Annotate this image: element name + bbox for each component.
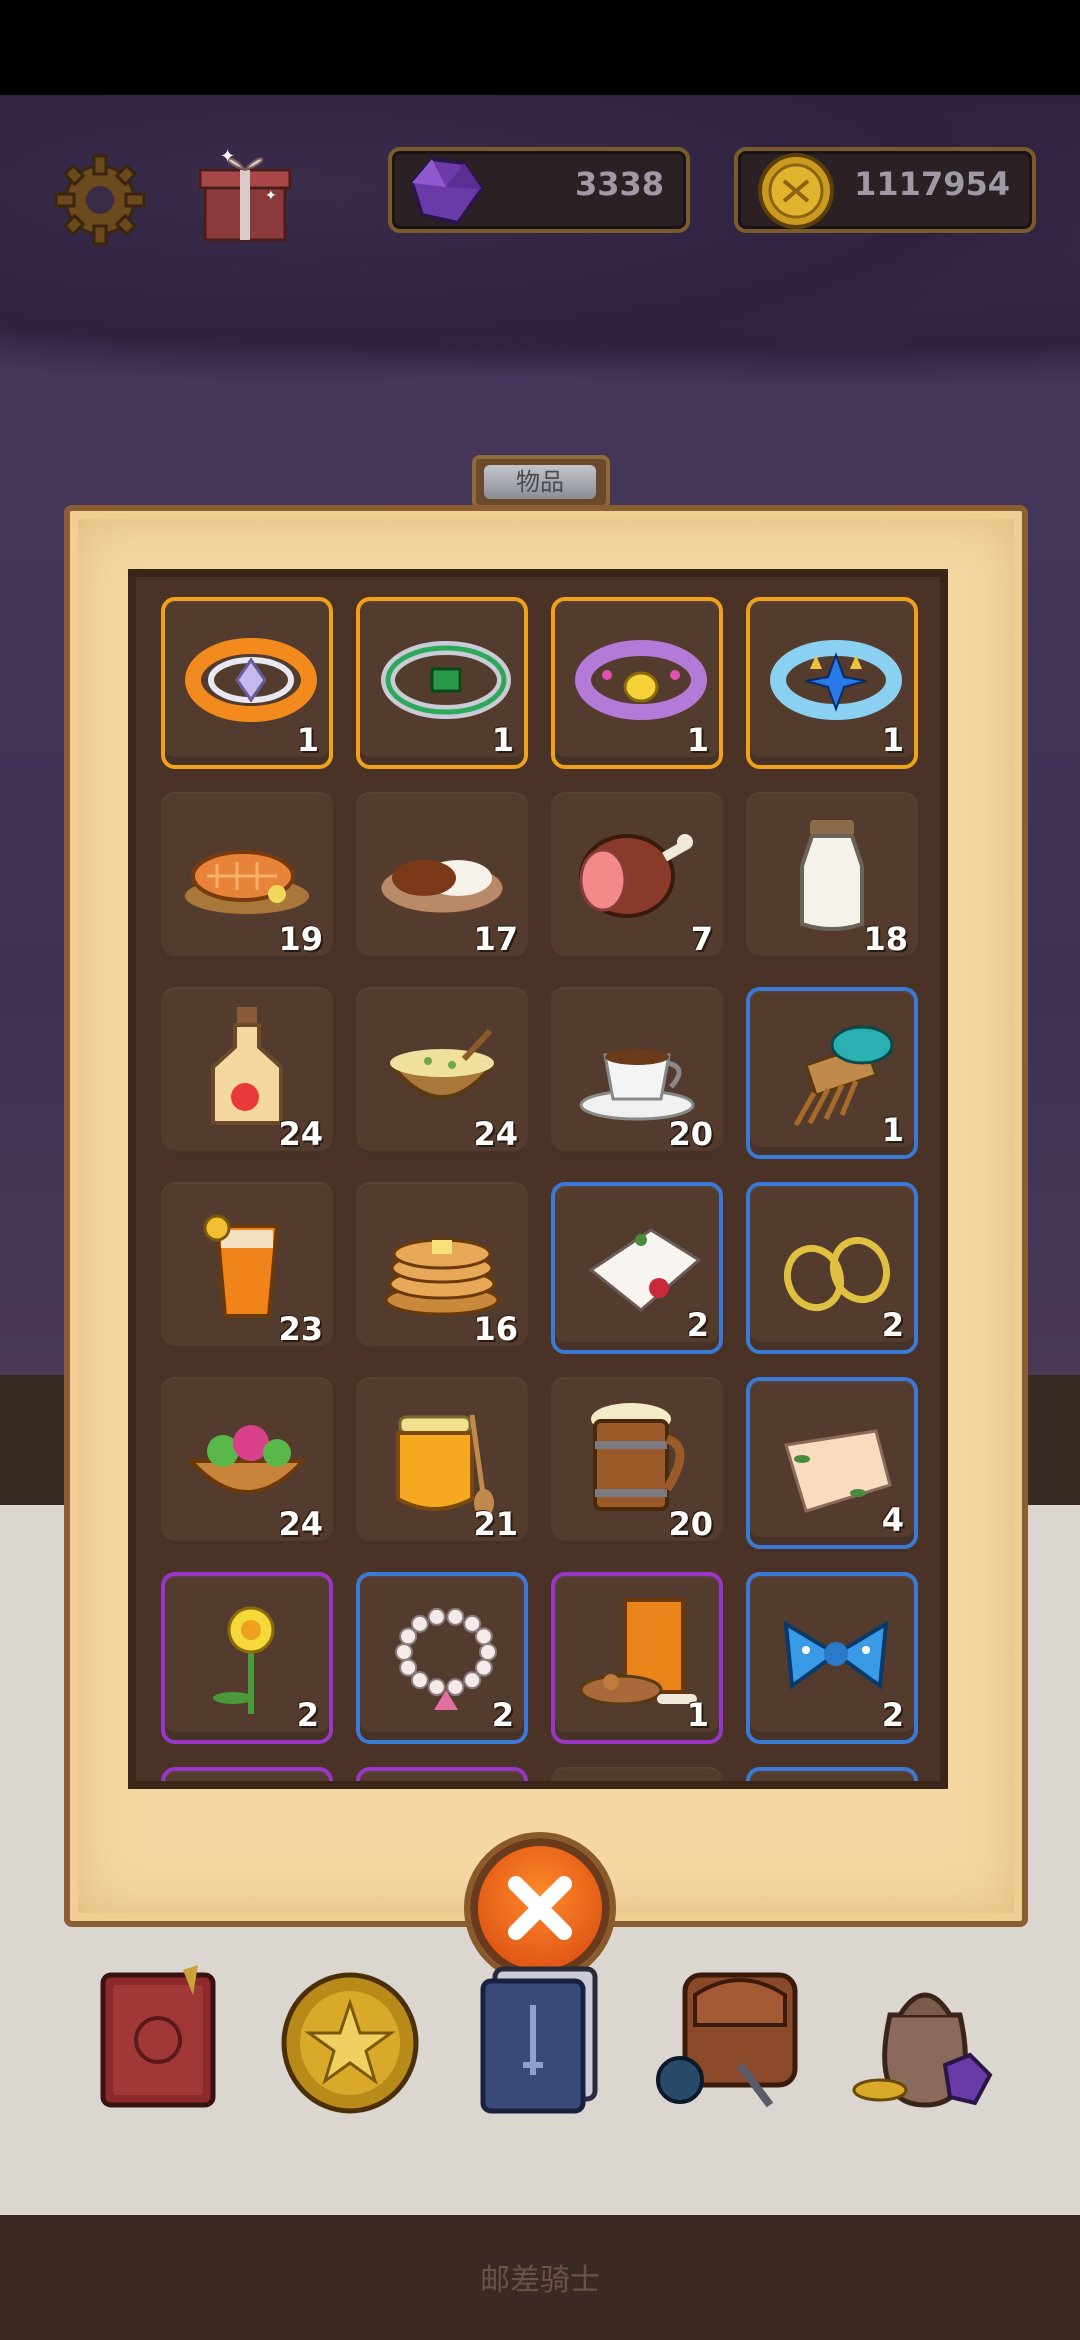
- item-count: 1: [881, 1111, 904, 1149]
- item-count: 1: [491, 721, 514, 759]
- panel-title: 物品: [484, 465, 596, 499]
- item-count: 2: [881, 1306, 904, 1344]
- pancakes-icon: [384, 1238, 500, 1316]
- card-deck-icon[interactable]: [465, 1955, 615, 2115]
- inventory-slot[interactable]: 21: [356, 1377, 528, 1549]
- star-coin-icon[interactable]: [275, 1955, 425, 2115]
- item-count: 24: [278, 1505, 323, 1543]
- gem-icon: [409, 156, 485, 226]
- inventory-slot-partial[interactable]: [161, 1767, 333, 1781]
- inventory-slot-partial[interactable]: [746, 1767, 918, 1781]
- ham-icon: [579, 834, 693, 918]
- item-count: 2: [491, 1696, 514, 1734]
- svg-text:✦: ✦: [220, 146, 235, 167]
- inventory-slot[interactable]: 20: [551, 1377, 723, 1549]
- inventory-slot[interactable]: 1: [161, 597, 333, 769]
- item-count: 16: [473, 1310, 518, 1348]
- treasure-bag-icon[interactable]: [850, 1955, 1000, 2115]
- coin-counter[interactable]: 1117954: [734, 147, 1036, 233]
- item-count: 2: [296, 1696, 319, 1734]
- curry-rice-icon: [378, 860, 506, 916]
- inventory-slot[interactable]: 2: [551, 1182, 723, 1354]
- inventory-slot[interactable]: 2: [746, 1182, 918, 1354]
- item-count: 2: [881, 1696, 904, 1734]
- coin-icon: [758, 153, 834, 229]
- item-count: 1: [686, 1696, 709, 1734]
- honey-jar-icon: [396, 1414, 494, 1517]
- backpack-icon[interactable]: [650, 1955, 800, 2115]
- iced-tea-icon: [203, 1214, 280, 1318]
- inventory-slot[interactable]: 4: [746, 1377, 918, 1549]
- milk-bottle-icon: [800, 820, 864, 931]
- inventory-slot[interactable]: 23: [161, 1182, 333, 1354]
- inventory-slot[interactable]: 17: [356, 792, 528, 964]
- item-count: 1: [296, 721, 319, 759]
- inventory-slot[interactable]: 1: [746, 597, 918, 769]
- coin-count: 1117954: [854, 165, 1010, 203]
- coffee-cup-icon: [579, 1049, 695, 1121]
- item-count: 20: [668, 1115, 713, 1153]
- inventory-slot-partial[interactable]: [551, 1767, 723, 1781]
- inventory-slot[interactable]: 1: [746, 987, 918, 1159]
- item-count: 17: [473, 920, 518, 958]
- item-count: 20: [668, 1505, 713, 1543]
- gift-box-icon[interactable]: ✦ ✦: [190, 140, 300, 250]
- salad-bowl-icon: [186, 1425, 308, 1494]
- item-count: 2: [686, 1306, 709, 1344]
- gear-icon[interactable]: [50, 150, 150, 250]
- inventory-slot[interactable]: 1: [551, 597, 723, 769]
- inventory-slot[interactable]: 18: [746, 792, 918, 964]
- item-count: 18: [863, 920, 908, 958]
- inventory-slot[interactable]: 24: [161, 987, 333, 1159]
- gem-count: 3338: [574, 165, 664, 203]
- item-count: 23: [278, 1310, 323, 1348]
- inventory-slot[interactable]: 1: [551, 1572, 723, 1744]
- close-icon: [508, 1876, 572, 1940]
- beer-mug-icon: [591, 1403, 685, 1511]
- inventory-slot[interactable]: 2: [161, 1572, 333, 1744]
- inventory-slot-partial[interactable]: [356, 1767, 528, 1781]
- panel-tab: 物品: [472, 455, 610, 509]
- item-count: 1: [881, 721, 904, 759]
- gem-counter[interactable]: 3338: [388, 147, 690, 233]
- inventory-slot[interactable]: 16: [356, 1182, 528, 1354]
- inventory-slot[interactable]: 2: [356, 1572, 528, 1744]
- journal-book-icon[interactable]: [88, 1955, 238, 2115]
- inventory-slot[interactable]: 24: [161, 1377, 333, 1549]
- item-count: 4: [881, 1501, 904, 1539]
- item-count: 24: [473, 1115, 518, 1153]
- item-count: 1: [686, 721, 709, 759]
- inventory-slot[interactable]: 7: [551, 792, 723, 964]
- item-count: 19: [278, 920, 323, 958]
- inventory-slot[interactable]: 20: [551, 987, 723, 1159]
- inventory-grid[interactable]: 1 1 1 1 19 17 7 18 24 24 20 1 23 16 2 2 24 21 20 4 2 2 1 2: [128, 569, 948, 1789]
- item-count: 24: [278, 1115, 323, 1153]
- soup-bowl-icon: [385, 1028, 499, 1099]
- inventory-slot[interactable]: 1: [356, 597, 528, 769]
- tree-canopy: [0, 95, 1080, 385]
- item-count: 7: [690, 920, 713, 958]
- apple-juice-bottle-icon: [211, 1007, 283, 1125]
- inventory-slot[interactable]: 24: [356, 987, 528, 1159]
- item-count: 21: [473, 1505, 518, 1543]
- grilled-fish-icon: [185, 850, 309, 914]
- inventory-slot[interactable]: 2: [746, 1572, 918, 1744]
- inventory-panel: 1 1 1 1 19 17 7 18 24 24 20 1 23 16 2 2 24 21 20 4 2 2 1 2: [64, 505, 1028, 1927]
- app-title: 邮差骑士: [480, 2263, 600, 2298]
- svg-text:✦: ✦: [265, 188, 277, 204]
- inventory-slot[interactable]: 19: [161, 792, 333, 964]
